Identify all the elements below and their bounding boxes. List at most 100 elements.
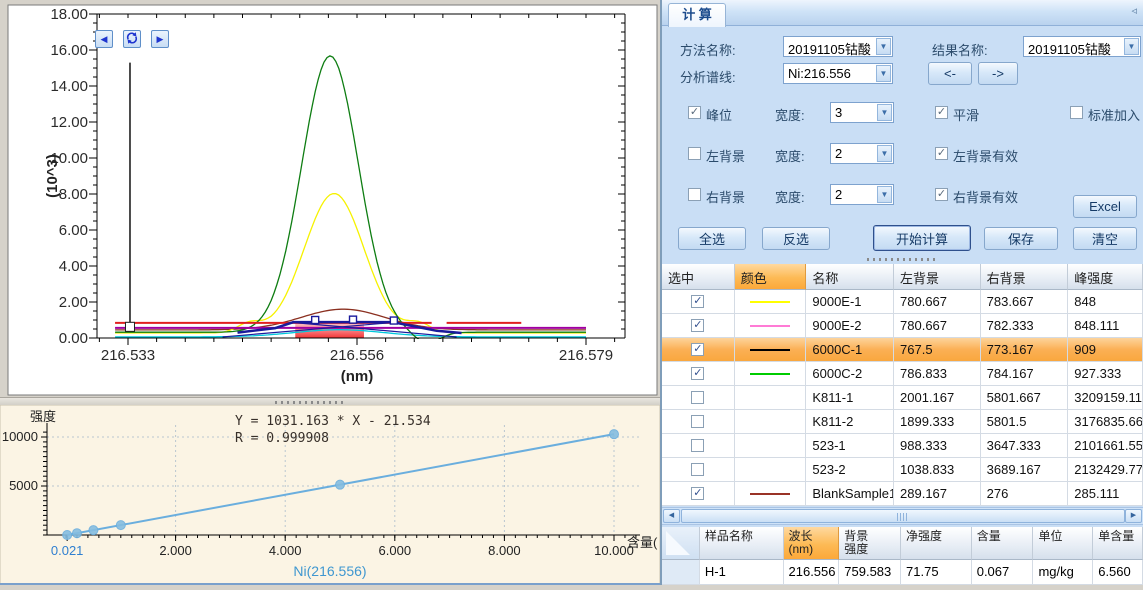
row-checkbox[interactable]: ✓	[691, 367, 704, 380]
data-point[interactable]	[72, 529, 81, 538]
scrollbar-thumb[interactable]	[681, 509, 1125, 523]
data-point[interactable]	[89, 526, 98, 535]
chart-refresh-button[interactable]	[123, 30, 141, 48]
peak-marker[interactable]	[390, 317, 397, 324]
row-checkbox[interactable]: ✓	[691, 487, 704, 500]
chevron-down-icon[interactable]: ▼	[877, 186, 892, 203]
chart-next-button[interactable]: ▶	[151, 30, 169, 48]
splitter-grip[interactable]	[275, 401, 345, 404]
peak-marker[interactable]	[350, 316, 357, 323]
chevron-down-icon[interactable]: ▼	[1124, 38, 1139, 55]
collapse-panel-icon[interactable]: ◃	[1131, 6, 1137, 17]
results-column-header[interactable]: 单含量	[1093, 527, 1143, 560]
row-header-cell[interactable]	[662, 560, 700, 585]
results-cell: mg/kg	[1033, 560, 1093, 585]
row-checkbox[interactable]: ✓	[691, 319, 704, 332]
panel-splitter[interactable]	[662, 256, 1143, 263]
clear-button[interactable]: 清空	[1073, 227, 1137, 250]
y-tick-label: 14.00	[50, 78, 88, 95]
table-row[interactable]: ✓6000C-1767.5773.167909	[662, 338, 1143, 362]
calibration-chart[interactable]: 0.0212.0004.0006.0008.00010.000500010000…	[0, 405, 660, 585]
table-row[interactable]: ✓9000E-2780.667782.333848.111	[662, 314, 1143, 338]
results-column-header[interactable]: 单位	[1033, 527, 1093, 560]
series-color-line	[750, 301, 790, 303]
peak-marker[interactable]	[312, 317, 319, 324]
previous-line-button[interactable]: <-	[928, 62, 972, 85]
series-column-header[interactable]: 名称	[806, 264, 894, 290]
save-button[interactable]: 保存	[984, 227, 1058, 250]
row-checkbox[interactable]	[691, 439, 704, 452]
series-cell-peak: 3209159.111	[1068, 386, 1143, 410]
row-checkbox[interactable]	[691, 415, 704, 428]
width-label-1: 宽度:	[775, 105, 805, 124]
tab-calculation[interactable]: 计 算	[668, 3, 726, 27]
results-column-header[interactable]: 净强度	[901, 527, 972, 560]
splitter-grip[interactable]	[867, 258, 937, 261]
right-background-checkbox[interactable]	[688, 188, 701, 201]
table-row[interactable]: ✓BlankSample1289.167276285.111	[662, 482, 1143, 506]
results-cell: 71.75	[901, 560, 972, 585]
width-label-3: 宽度:	[775, 187, 805, 206]
table-row[interactable]: K811-12001.1675801.6673209159.111	[662, 386, 1143, 410]
results-column-header[interactable]: 背景强度	[839, 527, 901, 560]
excel-export-button[interactable]: Excel	[1073, 195, 1137, 218]
left-bg-valid-checkbox[interactable]: ✓	[935, 147, 948, 160]
table-row[interactable]: ✓6000C-2786.833784.167927.333	[662, 362, 1143, 386]
row-checkbox[interactable]: ✓	[691, 295, 704, 308]
table-row[interactable]: H-1216.556759.58371.750.067mg/kg6.560	[662, 560, 1143, 585]
series-cell-name: 9000E-1	[806, 290, 894, 314]
table-row[interactable]: 523-1988.3333647.3332101661.555	[662, 434, 1143, 458]
select-all-button[interactable]: 全选	[678, 227, 746, 250]
series-column-header[interactable]: 左背景	[894, 264, 981, 290]
table-row[interactable]: 523-21038.8333689.1672132429.778	[662, 458, 1143, 482]
series-cell-peak: 848	[1068, 290, 1143, 314]
scroll-right-button[interactable]: ▶	[1125, 509, 1142, 523]
data-point[interactable]	[116, 521, 125, 530]
series-color-line	[750, 373, 790, 375]
results-column-header[interactable]: 样品名称	[700, 527, 784, 560]
results-column-header[interactable]: 波长(nm)	[784, 527, 840, 560]
chevron-down-icon[interactable]: ▼	[877, 104, 892, 121]
horizontal-scrollbar[interactable]: ◀ ▶	[662, 507, 1143, 525]
row-checkbox[interactable]: ✓	[691, 343, 704, 356]
left-bg-width-select[interactable]: 2 ▼	[830, 143, 894, 164]
scroll-left-button[interactable]: ◀	[663, 509, 680, 523]
chevron-down-icon[interactable]: ▼	[876, 65, 891, 82]
left-background-checkbox[interactable]	[688, 147, 701, 160]
row-checkbox[interactable]	[691, 463, 704, 476]
data-point[interactable]	[610, 430, 619, 439]
results-column-header[interactable]: 含量	[972, 527, 1034, 560]
y-tick-label: 4.00	[59, 258, 88, 275]
next-line-button[interactable]: ->	[978, 62, 1018, 85]
chevron-down-icon[interactable]: ▼	[876, 38, 891, 55]
row-checkbox[interactable]	[691, 391, 704, 404]
data-point[interactable]	[336, 480, 345, 489]
table-corner-cell[interactable]	[662, 527, 700, 560]
table-row[interactable]: K811-21899.3335801.53176835.667	[662, 410, 1143, 434]
chart-prev-button[interactable]: ◀	[95, 30, 113, 48]
right-bg-width-select[interactable]: 2 ▼	[830, 184, 894, 205]
series-column-header[interactable]: 选中	[662, 264, 735, 290]
y-tick-label: 18.00	[50, 6, 88, 23]
analysis-line-select[interactable]: Ni:216.556 ▼	[783, 63, 893, 84]
chevron-down-icon[interactable]: ▼	[877, 145, 892, 162]
smooth-checkbox[interactable]: ✓	[935, 106, 948, 119]
result-select[interactable]: 20191105钴酸 ▼	[1023, 36, 1141, 57]
right-bg-valid-checkbox[interactable]: ✓	[935, 188, 948, 201]
invert-selection-button[interactable]: 反选	[762, 227, 830, 250]
x-tick-label: 216.533	[101, 347, 155, 364]
spectrum-chart[interactable]: 0.002.004.006.008.0010.0012.0014.0016.00…	[0, 0, 660, 397]
cursor-handle[interactable]	[125, 322, 134, 331]
start-calculation-button[interactable]: 开始计算	[873, 225, 971, 251]
table-row[interactable]: ✓9000E-1780.667783.667848	[662, 290, 1143, 314]
peak-width-select[interactable]: 3 ▼	[830, 102, 894, 123]
series-column-header[interactable]: 峰强度	[1068, 264, 1143, 290]
series-column-header[interactable]: 右背景	[981, 264, 1069, 290]
peak-position-checkbox[interactable]: ✓	[688, 106, 701, 119]
standard-addition-checkbox[interactable]	[1070, 106, 1083, 119]
data-point[interactable]	[63, 530, 72, 539]
series-column-header[interactable]: 颜色	[735, 264, 807, 290]
spectrum-panel: 0.002.004.006.008.0010.0012.0014.0016.00…	[0, 0, 660, 397]
x-axis-title: (nm)	[341, 368, 374, 385]
method-select[interactable]: 20191105钴酸 ▼	[783, 36, 893, 57]
